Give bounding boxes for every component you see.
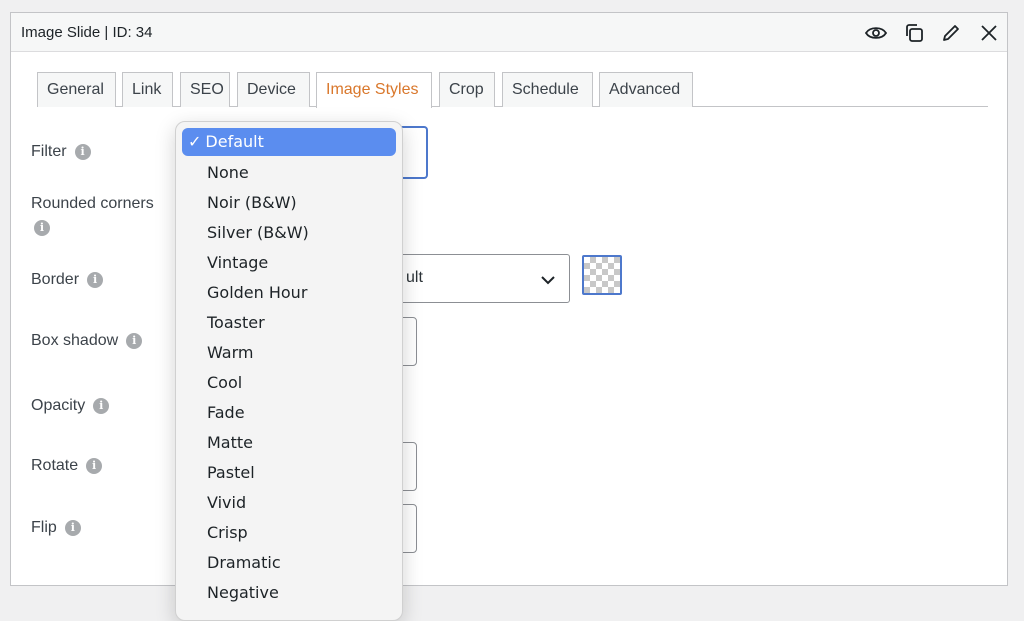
border-color-swatch[interactable] [582, 255, 622, 295]
filter-option-warm[interactable]: Warm [182, 339, 396, 367]
tab-image-styles[interactable]: Image Styles [316, 72, 432, 108]
tab-link[interactable]: Link [122, 72, 173, 107]
option-label: Default [205, 132, 264, 151]
filter-label-text: Filter [31, 143, 67, 160]
tab-crop[interactable]: Crop [439, 72, 495, 107]
rotate-label-text: Rotate [31, 457, 79, 474]
filter-option-default[interactable]: ✓ Default [182, 128, 396, 156]
tab-bar: General Link SEO Device Image Styles Cro… [37, 72, 988, 108]
filter-option-golden-hour[interactable]: Golden Hour [182, 279, 396, 307]
filter-option-crisp[interactable]: Crisp [182, 519, 396, 547]
pencil-icon[interactable] [939, 21, 963, 45]
flip-label: Flip i [31, 519, 81, 537]
info-icon[interactable]: i [126, 333, 143, 349]
tab-general[interactable]: General [37, 72, 116, 107]
info-icon[interactable]: i [64, 520, 81, 536]
rounded-corners-label: Rounded corners [31, 195, 154, 213]
filter-option-matte[interactable]: Matte [182, 429, 396, 457]
box-shadow-label: Box shadow i [31, 332, 143, 350]
tab-seo[interactable]: SEO [180, 72, 230, 107]
opacity-label-text: Opacity [31, 397, 86, 414]
box-shadow-label-text: Box shadow [31, 332, 119, 349]
eye-icon[interactable] [864, 21, 888, 45]
flip-label-text: Flip [31, 519, 57, 536]
tab-schedule[interactable]: Schedule [502, 72, 593, 107]
copy-icon[interactable] [902, 21, 926, 45]
image-slide-panel: Image Slide | ID: 34 General Link SEO De… [10, 12, 1008, 586]
opacity-label: Opacity i [31, 397, 110, 415]
rounded-corners-label-text: Rounded corners [31, 195, 154, 212]
info-icon[interactable]: i [87, 272, 104, 288]
filter-option-cool[interactable]: Cool [182, 369, 396, 397]
filter-option-vintage[interactable]: Vintage [182, 249, 396, 277]
filter-dropdown: ✓ Default None Noir (B&W) Silver (B&W) Vi… [175, 121, 403, 621]
filter-option-pastel[interactable]: Pastel [182, 459, 396, 487]
filter-option-none[interactable]: None [182, 159, 396, 187]
filter-option-vivid[interactable]: Vivid [182, 489, 396, 517]
info-icon[interactable]: i [34, 220, 50, 236]
tab-device[interactable]: Device [237, 72, 310, 107]
checkmark-icon: ✓ [188, 132, 202, 151]
filter-option-dramatic[interactable]: Dramatic [182, 549, 396, 577]
info-icon[interactable]: i [86, 458, 103, 474]
filter-option-noir[interactable]: Noir (B&W) [182, 189, 396, 217]
filter-option-silver[interactable]: Silver (B&W) [182, 219, 396, 247]
panel-title: Image Slide | ID: 34 [21, 24, 153, 41]
info-icon[interactable]: i [74, 144, 91, 160]
close-icon[interactable] [977, 21, 1001, 45]
rotate-label: Rotate i [31, 457, 103, 475]
chevron-down-icon [541, 272, 555, 290]
filter-option-fade[interactable]: Fade [182, 399, 396, 427]
border-label-text: Border [31, 271, 80, 288]
panel-header: Image Slide | ID: 34 [11, 13, 1007, 52]
border-style-value: ult [406, 269, 423, 286]
filter-option-negative[interactable]: Negative [182, 579, 396, 607]
filter-label: Filter i [31, 143, 91, 161]
filter-option-toaster[interactable]: Toaster [182, 309, 396, 337]
border-label: Border i [31, 271, 104, 289]
tab-advanced[interactable]: Advanced [599, 72, 693, 107]
info-icon[interactable]: i [93, 398, 110, 414]
